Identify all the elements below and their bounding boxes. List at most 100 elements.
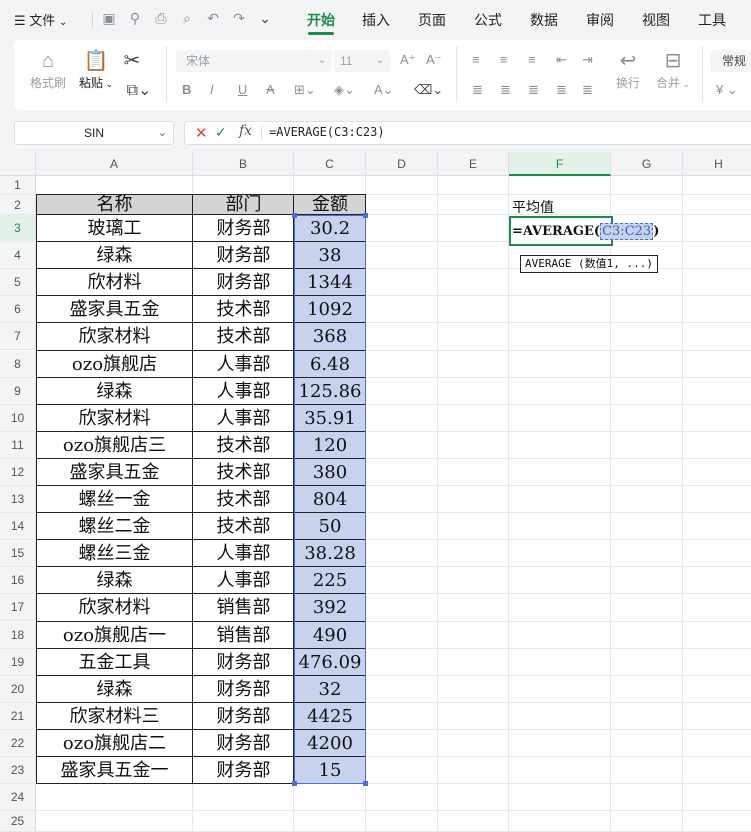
name-cell[interactable]: 螺丝三金: [36, 540, 193, 567]
table-header-cell[interactable]: 部门: [193, 195, 294, 215]
department-cell[interactable]: 人事部: [193, 567, 294, 594]
row-header-21[interactable]: 21: [0, 702, 36, 730]
selection-handle[interactable]: [363, 781, 368, 787]
tab-review[interactable]: 审阅: [586, 10, 614, 30]
align-middle-icon[interactable]: ≡: [500, 52, 508, 67]
tab-formula[interactable]: 公式: [474, 10, 502, 30]
font-name-select[interactable]: 宋体 ⌄: [176, 50, 332, 72]
column-header-f[interactable]: F: [509, 152, 611, 176]
copy-button[interactable]: ⧉⌄: [122, 78, 156, 104]
name-cell[interactable]: ozo旗舰店二: [36, 730, 193, 757]
paste-button[interactable]: 📋 粘贴 ⌄: [76, 48, 116, 91]
tab-page[interactable]: 页面: [418, 10, 446, 30]
row-header-17[interactable]: 17: [0, 594, 36, 622]
row-header-18[interactable]: 18: [0, 621, 36, 649]
currency-button[interactable]: ¥ ⌄: [716, 82, 738, 98]
fill-color-icon[interactable]: ◈⌄: [334, 82, 355, 98]
row-header-16[interactable]: 16: [0, 567, 36, 595]
align-center-icon[interactable]: ≣: [500, 82, 511, 98]
table-header-cell[interactable]: 名称: [36, 195, 193, 215]
row-header-7[interactable]: 7: [0, 323, 36, 351]
border-icon[interactable]: ⊞⌄: [294, 82, 316, 98]
share-icon[interactable]: ⚲: [126, 9, 144, 27]
function-tooltip[interactable]: AVERAGE (数值1, ...): [520, 255, 658, 273]
department-cell[interactable]: 财务部: [193, 676, 294, 703]
cut-button[interactable]: ✂: [120, 48, 144, 74]
number-format-select[interactable]: 常规: [710, 50, 751, 72]
align-left-icon[interactable]: ≣: [472, 82, 483, 98]
row-header-25[interactable]: 25: [0, 811, 36, 832]
department-cell[interactable]: 技术部: [193, 486, 294, 513]
align-bottom-icon[interactable]: ≡: [528, 52, 536, 67]
column-header-g[interactable]: G: [611, 152, 683, 176]
name-cell[interactable]: 盛家具五金: [36, 459, 193, 486]
tab-view[interactable]: 视图: [642, 10, 670, 30]
formula-input[interactable]: =AVERAGE(C3:C23): [269, 125, 385, 139]
row-header-13[interactable]: 13: [0, 486, 36, 514]
font-size-select[interactable]: 11 ⌄: [334, 50, 390, 72]
save-icon[interactable]: ▣: [100, 9, 118, 27]
name-cell[interactable]: 欣家材料三: [36, 703, 193, 730]
increase-font-icon[interactable]: A⁺: [400, 52, 416, 68]
row-header-8[interactable]: 8: [0, 350, 36, 378]
row-header-1[interactable]: 1: [0, 176, 36, 195]
undo-icon[interactable]: ↶: [204, 9, 222, 27]
file-menu[interactable]: ☰ 文件 ⌄: [14, 10, 67, 29]
column-header-h[interactable]: H: [683, 152, 751, 176]
name-cell[interactable]: 玻璃工: [36, 215, 193, 242]
chevron-down-icon[interactable]: ⌄: [256, 9, 274, 27]
name-cell[interactable]: 绿森: [36, 567, 193, 594]
name-cell[interactable]: 绿森: [36, 676, 193, 703]
indent-decrease-icon[interactable]: ⇤: [556, 52, 567, 68]
name-cell[interactable]: 五金工具: [36, 649, 193, 676]
select-all-corner[interactable]: [0, 152, 36, 176]
row-header-20[interactable]: 20: [0, 675, 36, 703]
name-cell[interactable]: ozo旗舰店三: [36, 432, 193, 459]
name-cell[interactable]: 绿森: [36, 242, 193, 269]
name-cell[interactable]: 螺丝一金: [36, 486, 193, 513]
column-header-b[interactable]: B: [193, 152, 294, 176]
name-cell[interactable]: 欣家材料: [36, 594, 193, 621]
name-cell[interactable]: 盛家具五金: [36, 296, 193, 323]
department-cell[interactable]: 销售部: [193, 622, 294, 649]
confirm-icon[interactable]: ✓: [215, 124, 227, 141]
bold-icon[interactable]: B: [182, 82, 191, 97]
department-cell[interactable]: 财务部: [193, 649, 294, 676]
department-cell[interactable]: 人事部: [193, 378, 294, 405]
tab-tools[interactable]: 工具: [698, 10, 726, 30]
name-cell[interactable]: 盛家具五金一: [36, 757, 193, 784]
name-cell[interactable]: 欣家材料: [36, 405, 193, 432]
selection-handle[interactable]: [292, 781, 297, 787]
selection-handle[interactable]: [292, 213, 297, 218]
font-color-icon[interactable]: A⌄: [374, 82, 394, 98]
formula-input-area[interactable]: ✕ ✓ fx =AVERAGE(C3:C23): [184, 121, 751, 145]
name-cell[interactable]: 螺丝二金: [36, 513, 193, 540]
tab-data[interactable]: 数据: [530, 10, 558, 30]
tab-home[interactable]: 开始: [307, 10, 335, 30]
name-cell[interactable]: ozo旗舰店: [36, 351, 193, 378]
column-header-d[interactable]: D: [366, 152, 438, 176]
department-cell[interactable]: 财务部: [193, 269, 294, 296]
table-header-cell[interactable]: 金额: [294, 195, 366, 215]
column-header-c[interactable]: C: [294, 152, 366, 176]
indent-increase-icon[interactable]: ⇥: [582, 52, 593, 68]
department-cell[interactable]: 技术部: [193, 432, 294, 459]
row-header-14[interactable]: 14: [0, 513, 36, 541]
department-cell[interactable]: 财务部: [193, 757, 294, 784]
eraser-icon[interactable]: ⌫⌄: [414, 82, 443, 98]
name-cell[interactable]: 欣家材料: [36, 323, 193, 350]
row-header-10[interactable]: 10: [0, 404, 36, 432]
row-header-24[interactable]: 24: [0, 784, 36, 812]
distributed-icon[interactable]: ≣: [582, 82, 593, 98]
row-header-19[interactable]: 19: [0, 648, 36, 676]
department-cell[interactable]: 技术部: [193, 459, 294, 486]
department-cell[interactable]: 人事部: [193, 540, 294, 567]
row-header-12[interactable]: 12: [0, 458, 36, 486]
department-cell[interactable]: 财务部: [193, 730, 294, 757]
department-cell[interactable]: 销售部: [193, 594, 294, 621]
row-header-5[interactable]: 5: [0, 269, 36, 297]
selection-handle[interactable]: [363, 213, 368, 218]
row-header-11[interactable]: 11: [0, 431, 36, 459]
justify-icon[interactable]: ≣: [556, 82, 567, 98]
row-header-23[interactable]: 23: [0, 757, 36, 785]
